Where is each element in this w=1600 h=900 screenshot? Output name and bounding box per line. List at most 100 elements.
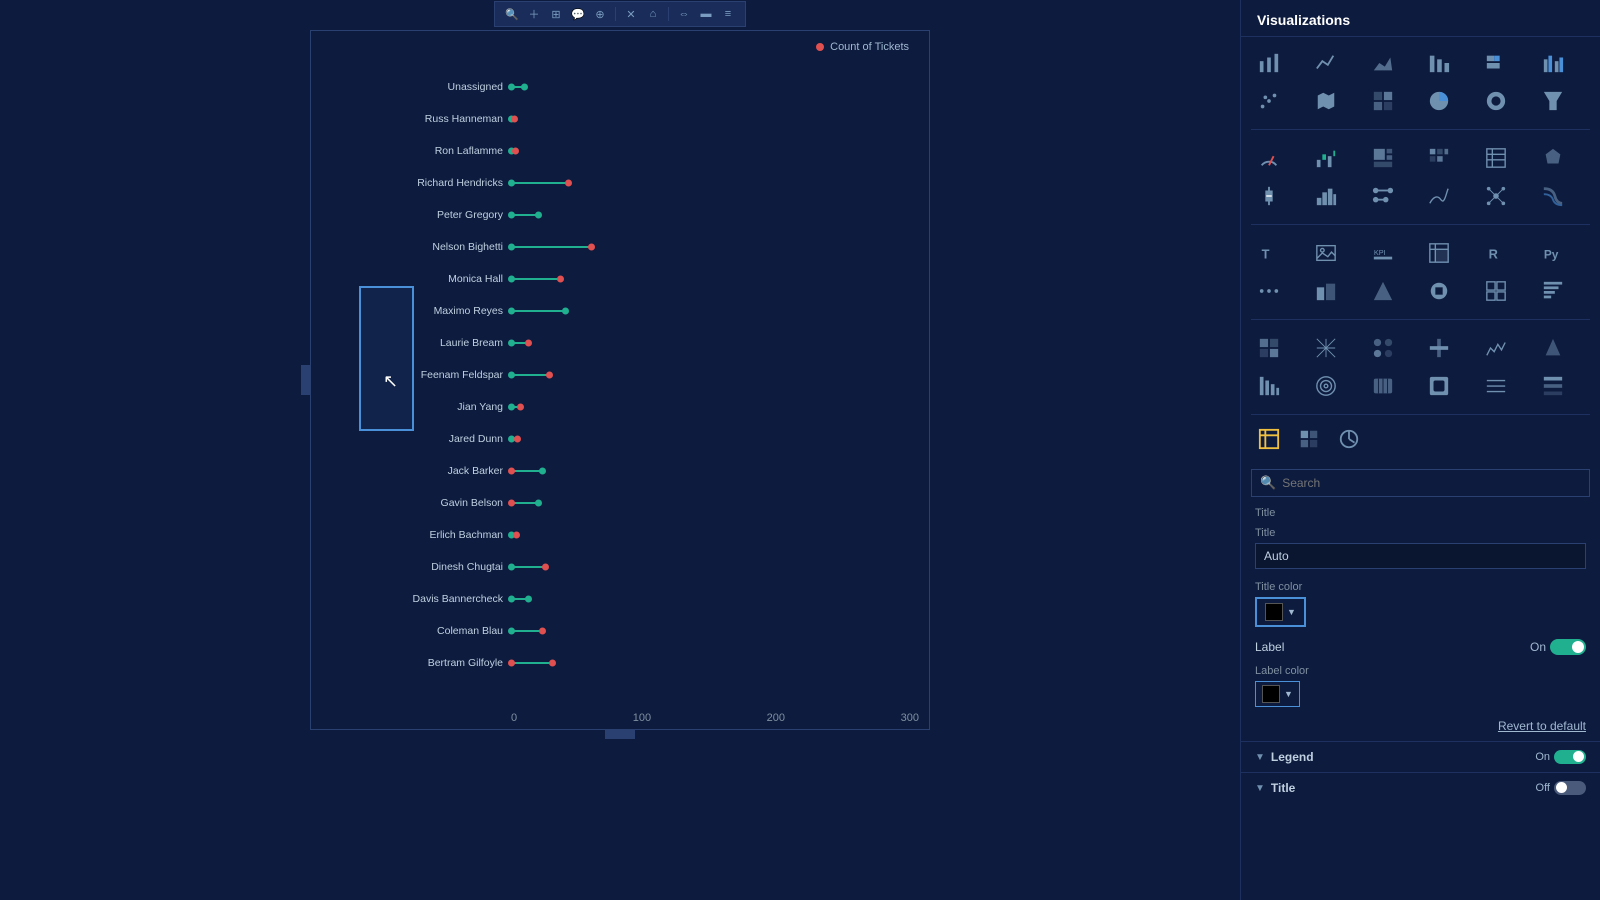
title-toggle-thumb <box>1556 782 1567 793</box>
viz-area-chart-icon[interactable] <box>1365 45 1401 81</box>
label-toggle-track[interactable] <box>1550 639 1586 655</box>
viz-scatter-icon[interactable] <box>1251 83 1287 119</box>
revert-button[interactable]: Revert to default <box>1255 719 1586 733</box>
viz-custom1-icon[interactable] <box>1308 273 1344 309</box>
label-color-box[interactable]: ▼ <box>1255 681 1300 707</box>
viz-table-icon[interactable] <box>1478 140 1514 176</box>
viz-network-icon[interactable] <box>1478 178 1514 214</box>
viz-text-icon[interactable]: T <box>1251 235 1287 271</box>
add-circle-icon[interactable]: ⊕ <box>591 5 609 23</box>
dot-end <box>525 340 532 347</box>
viz-pattern12-icon[interactable] <box>1535 368 1571 404</box>
viz-python-icon[interactable]: Py <box>1535 235 1571 271</box>
title-input[interactable] <box>1255 543 1586 569</box>
resize-icon[interactable]: ⇔ <box>675 5 693 23</box>
label-toggle-switch[interactable]: On <box>1530 639 1586 655</box>
viz-pivot-icon[interactable] <box>1421 235 1457 271</box>
viz-kpi-icon[interactable]: KPI <box>1365 235 1401 271</box>
row-label: Unassigned <box>321 81 511 93</box>
row-label: Bertram Gilfoyle <box>321 657 511 669</box>
scroll-handle-bottom[interactable] <box>605 729 635 739</box>
viz-pattern2-icon[interactable] <box>1308 330 1344 366</box>
analytics-tool-icon[interactable] <box>1331 421 1367 457</box>
viz-heat-map-icon[interactable] <box>1365 83 1401 119</box>
legend-toggle-thumb <box>1573 751 1584 762</box>
viz-waterfall-icon[interactable] <box>1308 140 1344 176</box>
title-toggle-track[interactable] <box>1554 781 1586 795</box>
viz-pattern9-icon[interactable] <box>1365 368 1401 404</box>
title-toggle-off-text: Off <box>1536 782 1550 794</box>
title-color-swatch <box>1265 603 1283 621</box>
viz-waterfall2-icon[interactable] <box>1421 178 1457 214</box>
search-icon: 🔍 <box>1260 475 1276 491</box>
table-tool-icon[interactable] <box>1251 421 1287 457</box>
viz-pattern5-icon[interactable] <box>1478 330 1514 366</box>
row-bar-area <box>511 551 919 583</box>
search-box[interactable]: 🔍 <box>1251 469 1590 497</box>
search-input[interactable] <box>1282 476 1581 490</box>
viz-stacked-bar-icon[interactable] <box>1478 45 1514 81</box>
more-icon[interactable]: ≡ <box>719 5 737 23</box>
viz-pattern6-icon[interactable] <box>1535 330 1571 366</box>
viz-custom4-icon[interactable] <box>1478 273 1514 309</box>
viz-custom5-icon[interactable] <box>1535 273 1571 309</box>
viz-column-chart-icon[interactable] <box>1421 45 1457 81</box>
dot-end <box>535 212 542 219</box>
panel-title: Visualizations <box>1241 0 1600 37</box>
cross-icon[interactable]: ✕ <box>622 5 640 23</box>
legend-toggle-track[interactable] <box>1554 750 1586 764</box>
row-label: Laurie Bream <box>321 337 511 349</box>
title-chevron-icon[interactable]: ▼ <box>1255 783 1265 794</box>
viz-pattern8-icon[interactable] <box>1308 368 1344 404</box>
row-label: Richard Hendricks <box>321 177 511 189</box>
title-collapsible-section: ▼ Title Off <box>1241 772 1600 803</box>
viz-radar-icon[interactable] <box>1535 140 1571 176</box>
viz-dots-icon[interactable] <box>1251 273 1287 309</box>
plus-icon[interactable]: ＋ <box>525 5 543 23</box>
chart-row: Maximo Reyes <box>321 295 919 327</box>
viz-pattern7-icon[interactable] <box>1251 368 1287 404</box>
home-icon[interactable]: ⌂ <box>644 5 662 23</box>
viz-grouped-bar-icon[interactable] <box>1535 45 1571 81</box>
viz-funnel-icon[interactable] <box>1535 83 1571 119</box>
scroll-handle-left[interactable] <box>301 365 311 395</box>
viz-box-plot-icon[interactable] <box>1251 178 1287 214</box>
zoom-in-icon[interactable]: 🔍 <box>503 5 521 23</box>
viz-pie-icon[interactable] <box>1421 83 1457 119</box>
grid-icon[interactable]: ⊞ <box>547 5 565 23</box>
viz-image-icon[interactable] <box>1308 235 1344 271</box>
format-tool-icon[interactable] <box>1291 421 1327 457</box>
viz-custom2-icon[interactable] <box>1365 273 1401 309</box>
viz-pattern3-icon[interactable] <box>1365 330 1401 366</box>
viz-map-icon[interactable] <box>1308 83 1344 119</box>
viz-pattern1-icon[interactable] <box>1251 330 1287 366</box>
viz-histogram-icon[interactable] <box>1308 178 1344 214</box>
viz-pattern10-icon[interactable] <box>1421 368 1457 404</box>
viz-r-icon[interactable]: R <box>1478 235 1514 271</box>
viz-donut-icon[interactable] <box>1478 83 1514 119</box>
comment-icon[interactable]: 💬 <box>569 5 587 23</box>
row-bar-area <box>511 263 919 295</box>
viz-treemap-icon[interactable] <box>1365 140 1401 176</box>
x-axis-100: 100 <box>633 712 651 724</box>
title-color-box[interactable]: ▼ <box>1255 597 1306 627</box>
row-label: Erlich Bachman <box>321 529 511 541</box>
viz-pattern11-icon[interactable] <box>1478 368 1514 404</box>
row-bar-area <box>511 167 919 199</box>
viz-gauge-icon[interactable] <box>1251 140 1287 176</box>
viz-pattern4-icon[interactable] <box>1421 330 1457 366</box>
viz-sankey-icon[interactable] <box>1535 178 1571 214</box>
viz-line-chart-icon[interactable] <box>1308 45 1344 81</box>
legend-chevron-icon[interactable]: ▼ <box>1255 752 1265 763</box>
row-label: Maximo Reyes <box>321 305 511 317</box>
viz-matrix-icon[interactable] <box>1421 140 1457 176</box>
chart-row: Richard Hendricks <box>321 167 919 199</box>
viz-custom3-icon[interactable] <box>1421 273 1457 309</box>
viz-bar-chart-icon[interactable] <box>1251 45 1287 81</box>
viz-dumbbell-icon[interactable] <box>1365 178 1401 214</box>
dot-end <box>514 436 521 443</box>
row-bar-area <box>511 391 919 423</box>
minus-square-icon[interactable]: ▬ <box>697 5 715 23</box>
chart-toolbar: 🔍 ＋ ⊞ 💬 ⊕ ✕ ⌂ ⇔ ▬ ≡ <box>494 1 746 27</box>
label-color-swatch <box>1262 685 1280 703</box>
